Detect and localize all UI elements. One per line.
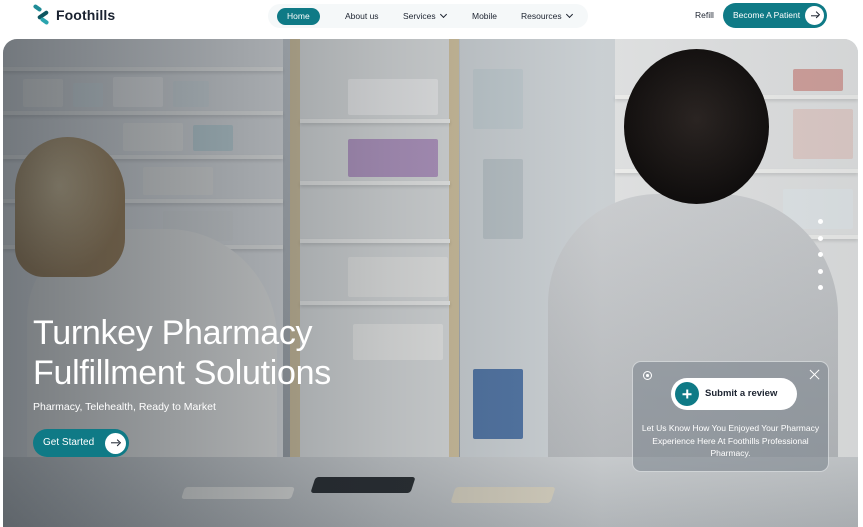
slide-dot-1[interactable] [818, 219, 823, 224]
nav-resources-label: Resources [521, 11, 562, 21]
arrow-circle [805, 6, 824, 25]
plus-icon [675, 382, 699, 406]
foothills-logo-icon [32, 3, 50, 26]
arrow-right-icon [111, 442, 119, 444]
brand-name: Foothills [56, 7, 116, 23]
become-patient-button[interactable]: Become A Patient [723, 3, 827, 28]
slide-dot-2[interactable] [818, 235, 823, 241]
arrow-right-icon [810, 14, 819, 17]
review-message: Let Us Know How You Enjoyed Your Pharmac… [641, 423, 820, 458]
close-icon[interactable] [809, 369, 820, 380]
settings-icon[interactable] [643, 371, 652, 380]
nav-mobile[interactable]: Mobile [472, 4, 497, 28]
review-card: Submit a review Let Us Know How You Enjo… [632, 361, 829, 472]
hero-headline: Turnkey Pharmacy Fulfillment Solutions [33, 313, 453, 393]
nav-services[interactable]: Services [403, 4, 447, 28]
slide-indicators [818, 219, 824, 302]
get-started-button[interactable]: Get Started [33, 429, 129, 457]
brand-logo[interactable]: Foothills [32, 3, 116, 26]
main-nav: Home About us Services Mobile Resources [268, 4, 588, 28]
nav-services-label: Services [403, 11, 436, 21]
become-patient-label: Become A Patient [733, 10, 801, 20]
nav-resources[interactable]: Resources [521, 4, 573, 28]
chevron-down-icon [439, 10, 447, 19]
nav-about-us[interactable]: About us [345, 4, 379, 28]
slide-dot-5[interactable] [818, 285, 823, 290]
arrow-circle [104, 432, 126, 454]
submit-review-button[interactable]: Submit a review [671, 378, 797, 410]
site-header: Foothills Home About us Services Mobile … [0, 0, 863, 34]
slide-dot-4[interactable] [818, 268, 823, 274]
slide-dot-3[interactable] [818, 252, 823, 257]
submit-review-label: Submit a review [705, 388, 778, 399]
headline-line-1: Turnkey Pharmacy [33, 314, 313, 352]
hero-subtitle: Pharmacy, Telehealth, Ready to Market [33, 401, 216, 413]
hero-section: Turnkey Pharmacy Fulfillment Solutions P… [3, 39, 858, 527]
nav-home[interactable]: Home [277, 7, 320, 25]
refill-link[interactable]: Refill [695, 10, 714, 20]
chevron-down-icon [565, 10, 573, 19]
get-started-label: Get Started [43, 437, 95, 448]
headline-line-2: Fulfillment Solutions [33, 354, 331, 392]
